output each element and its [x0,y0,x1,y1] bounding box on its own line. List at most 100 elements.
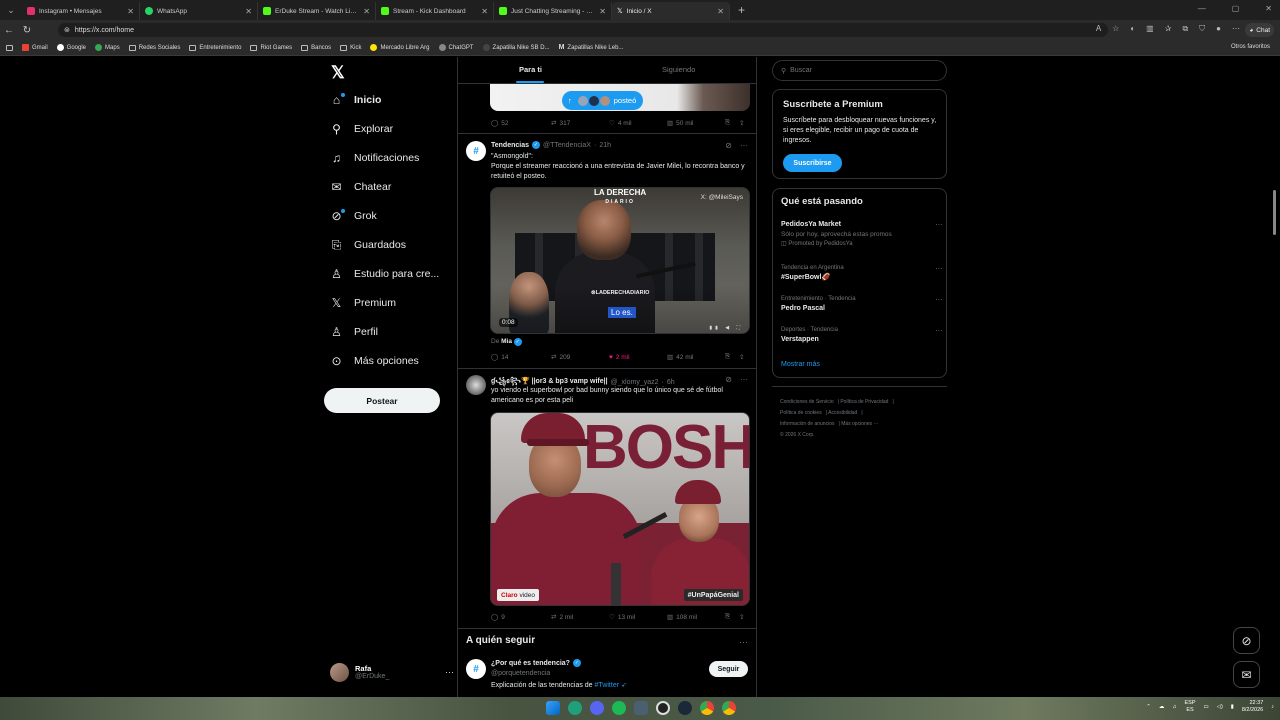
cloud-icon[interactable]: ☁ [1159,704,1165,710]
author-handle[interactable]: @TTendenciaX [543,142,591,149]
chat-button[interactable]: ◕ Chat [1245,23,1274,37]
trend-item[interactable]: Deportes · Tendencia Verstappen ··· [781,326,943,345]
browser-tab[interactable]: Just Chatting Streaming - Live Streams ✕ [494,2,612,20]
bookmark-icon[interactable]: ⎘ [725,613,739,621]
trend-item[interactable]: PedidosYa Market Sólo por hoy, aprovechá… [781,220,943,249]
bookmark-folder[interactable]: Redes Sociales [128,44,180,51]
bookmark-gmail[interactable]: Gmail [22,44,48,51]
avatar[interactable]: # [466,659,486,679]
url-bar[interactable]: ⊜ https://x.com/home [58,23,1108,37]
scrollbar-thumb[interactable] [1273,190,1276,235]
post-button[interactable]: Postear [324,388,440,413]
reply-button[interactable]: ◯ 14 [491,353,551,362]
close-tab-icon[interactable]: ✕ [599,7,606,16]
translate-icon[interactable]: A [1096,24,1101,34]
footer-link[interactable]: Política de cookies [780,410,822,416]
chrome-icon[interactable] [722,701,736,715]
nav-item-notificaciones[interactable]: ♫ Notificaciones [330,148,419,168]
avatar[interactable]: # [466,141,486,161]
messages-float-button[interactable]: ✉ [1233,661,1260,688]
more-dots-icon[interactable]: ··· [935,264,943,273]
bookmark-folder[interactable]: Riot Games [250,44,292,51]
bookmark-nike[interactable]: M Zapatillas Nike Leb... [559,44,624,51]
like-button[interactable]: ♥ 2 mil [609,354,667,361]
other-bookmarks[interactable]: Otros favoritos [1228,44,1270,50]
close-tab-icon[interactable]: ✕ [481,7,488,16]
bookmark-nike[interactable]: Zapatilla Nike SB D... [482,44,550,51]
browser-tab-active[interactable]: 𝕏 Inicio / X ✕ [612,2,730,20]
headset-icon[interactable]: ♫ [1172,704,1176,710]
nav-item-inicio[interactable]: ⌂ Inicio [330,90,381,110]
footer-link[interactable]: Información de anuncios [780,421,834,427]
chevron-up-icon[interactable]: ⌃ [1146,704,1151,710]
follow-button[interactable]: Seguir [709,661,748,677]
post-time[interactable]: 6h [667,379,675,386]
tab-para-ti[interactable]: Para ti [519,65,542,74]
close-tab-icon[interactable]: ✕ [127,7,134,16]
bookmark-icon[interactable]: ⎘ [725,119,739,127]
views-button[interactable]: ▥ 50 mil [667,119,725,128]
bookmark-folder[interactable]: Bancos [301,44,331,51]
more-dots-icon[interactable]: ··· [935,220,943,229]
reload-icon[interactable]: ↻ [18,25,36,36]
site-info-icon[interactable]: ⊜ [64,26,70,34]
footer-link[interactable]: Más opciones ··· [841,421,878,427]
collections-icon[interactable]: ⧉ [1182,24,1188,34]
tab-siguiendo[interactable]: Siguiendo [662,65,695,74]
nav-item-grok[interactable]: ⊘ Grok [330,206,377,226]
star-icon[interactable]: ☆ [1112,24,1119,34]
more-dots-icon[interactable]: ··· [740,141,748,150]
account-switcher[interactable]: Rafa @ErDuke_ ··· [330,660,454,684]
tab-actions-menu[interactable]: ⌄ [0,0,22,20]
reply-button[interactable]: ◯ 9 [491,613,551,622]
nav-item-chatear[interactable]: ✉ Chatear [330,177,391,197]
new-posts-pill[interactable]: ↑ posteó [562,91,644,110]
repost-button[interactable]: ⇄ 317 [551,119,609,128]
bookmark-google[interactable]: Google [56,44,86,51]
grok-icon[interactable]: ⊘ [725,375,732,384]
post-time[interactable]: 21h [599,142,611,149]
clock[interactable]: 22:37 8/2/2026 [1242,700,1263,714]
x-logo-icon[interactable]: 𝕏 [331,63,345,83]
close-tab-icon[interactable]: ✕ [717,7,724,16]
browser-tab[interactable]: ErDuke Stream - Watch Live on Kick ✕ [258,2,376,20]
more-dots-icon[interactable]: ··· [445,667,454,677]
footer-link[interactable]: Condiciones de Servicio [780,399,834,405]
post-video[interactable]: BOSH Claro video #UnPapáGenial [490,412,750,606]
bookmark-folder[interactable]: Kick [340,44,361,51]
bookmark-folder[interactable]: Entretenimiento [189,44,241,51]
show-more-link[interactable]: Mostrar más [781,361,820,368]
language-indicator[interactable]: ESP ES [1185,700,1196,714]
maximize-icon[interactable]: ▢ [1232,4,1240,13]
steam-icon[interactable] [678,701,692,715]
bookmark-chatgpt[interactable]: ChatGPT [438,44,474,51]
like-button[interactable]: ♡ 4 mil [609,119,667,128]
grok-icon[interactable]: ⊘ [725,141,732,150]
search-input[interactable]: ⚲ Buscar [772,60,947,81]
minimize-icon[interactable]: — [1198,4,1206,13]
share-icon[interactable]: ⇪ [739,119,744,127]
nav-item-mas-opciones[interactable]: ⊙ Más opciones [330,351,418,371]
battery-icon[interactable]: ▮ [1231,704,1234,710]
discord-icon[interactable] [590,701,604,715]
favorites-icon[interactable]: ✰ [1165,24,1172,34]
close-window-icon[interactable]: ✕ [1265,4,1272,13]
split-icon[interactable]: ▥ [1146,24,1154,34]
chrome-icon[interactable] [700,701,714,715]
page-scrollbar[interactable] [1272,60,1277,690]
more-dots-icon[interactable]: ··· [935,326,943,335]
nav-item-premium[interactable]: 𝕏 Premium [330,293,396,313]
spotify-icon[interactable] [612,701,626,715]
new-tab-button[interactable]: + [738,3,745,17]
menu-dots-icon[interactable]: ⋯ [1232,24,1240,34]
footer-link[interactable]: Accesibilidad [828,410,857,416]
bookmark-icon[interactable]: ⎘ [725,353,739,361]
network-icon[interactable]: ▭ [1204,704,1209,710]
source-name[interactable]: Mia [501,338,512,345]
trend-item[interactable]: Tendencia en Argentina #SuperBowl🏈 ··· [781,264,943,283]
nav-item-guardados[interactable]: ⎘ Guardados [330,235,406,255]
more-dots-icon[interactable]: ··· [739,637,748,647]
author-name[interactable]: Tendencias [491,142,529,149]
subscribe-button[interactable]: Suscribirse [783,154,842,172]
back-icon[interactable]: ← [0,25,18,36]
